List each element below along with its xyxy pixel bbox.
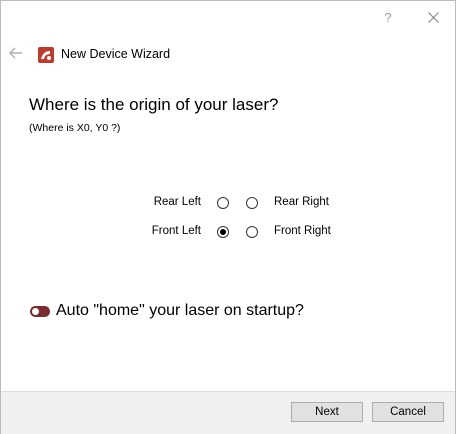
radio-rear-right[interactable] <box>246 197 258 209</box>
origin-question-subtitle: (Where is X0, Y0 ?) <box>29 122 121 134</box>
help-button[interactable]: ? <box>378 7 398 27</box>
app-logo-icon <box>38 47 54 63</box>
origin-label-front-right: Front Right <box>274 225 331 237</box>
radio-front-right[interactable] <box>246 226 258 238</box>
origin-label-rear-right: Rear Right <box>274 196 329 208</box>
auto-home-label: Auto "home" your laser on startup? <box>56 302 304 319</box>
help-label: ? <box>384 9 392 25</box>
origin-question: Where is the origin of your laser? <box>29 95 279 114</box>
cancel-button[interactable]: Cancel <box>372 402 444 422</box>
wizard-title: New Device Wizard <box>61 47 171 61</box>
origin-label-front-left: Front Left <box>151 225 201 237</box>
radio-rear-left[interactable] <box>217 197 229 209</box>
close-button[interactable] <box>423 7 443 27</box>
auto-home-toggle[interactable] <box>30 306 50 317</box>
close-icon <box>427 11 439 23</box>
back-arrow-icon[interactable] <box>8 45 24 61</box>
next-button[interactable]: Next <box>291 402 363 422</box>
radio-front-left[interactable] <box>217 226 229 238</box>
wizard-window: ? New Device Wizard Where is the origin … <box>0 0 456 434</box>
origin-label-rear-left: Rear Left <box>153 196 201 208</box>
